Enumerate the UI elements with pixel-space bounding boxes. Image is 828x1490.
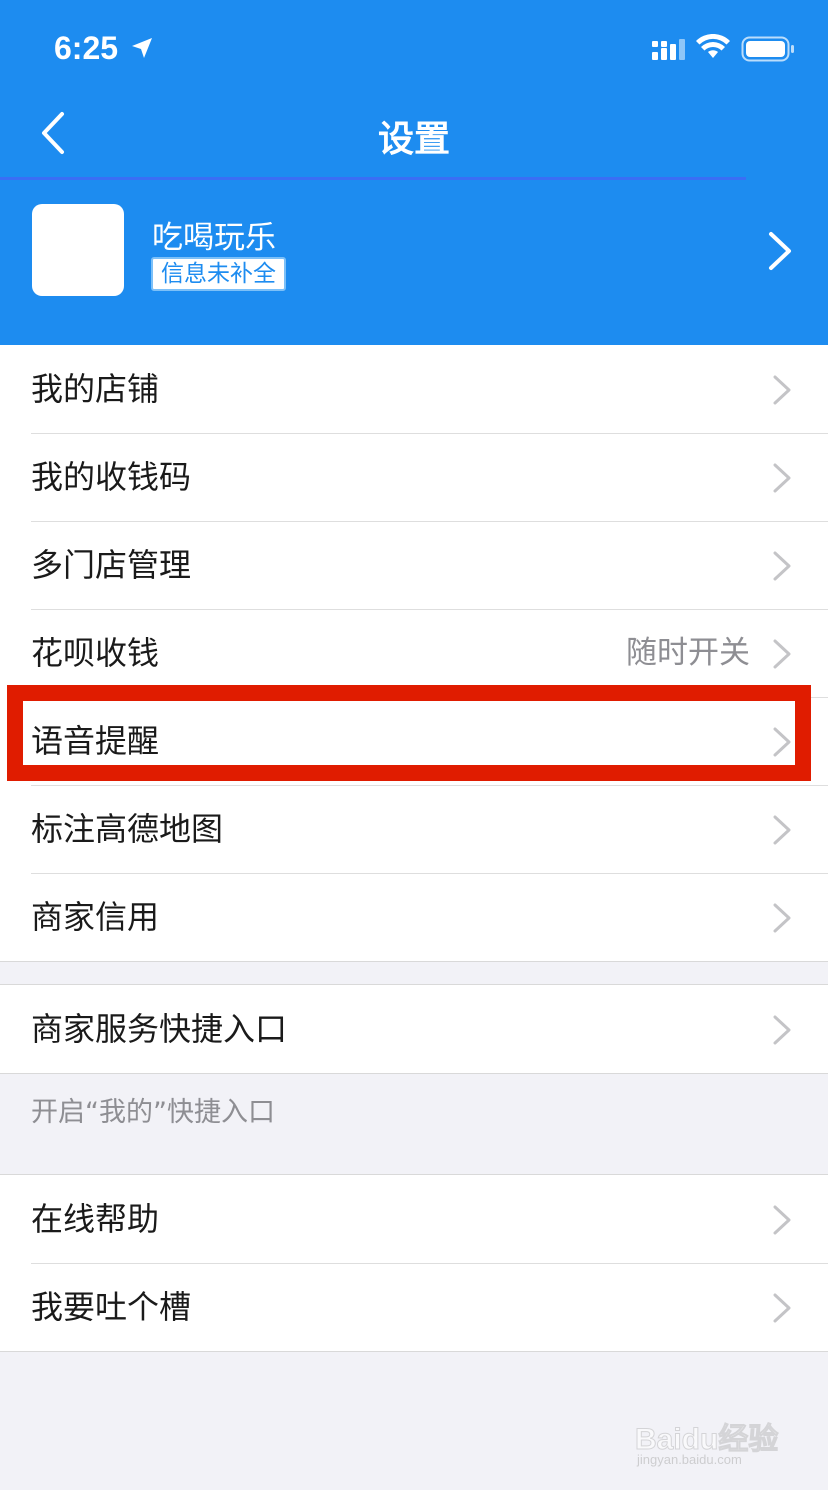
battery-icon: [741, 36, 794, 62]
list-item-huabei[interactable]: 花呗收钱 随时开关: [0, 609, 828, 697]
watermark-url: jingyan.baidu.com: [637, 1452, 742, 1467]
page-title: 设置: [377, 119, 450, 160]
avatar: [32, 204, 124, 296]
settings-group-help: 在线帮助 我要吐个槽: [0, 1174, 828, 1352]
chevron-right-icon: [773, 815, 791, 845]
wifi-icon: [696, 34, 730, 58]
chevron-right-icon: [773, 1293, 791, 1323]
row-label: 花呗收钱: [31, 634, 160, 672]
row-label: 我的店铺: [31, 370, 160, 408]
settings-group-main: 我的店铺 我的收钱码 多门店管理 花呗收钱 随时开关 语音提醒 标注高德地图 商…: [0, 345, 828, 962]
row-label: 标注高德地图: [31, 810, 224, 848]
list-item-online-help[interactable]: 在线帮助: [0, 1175, 828, 1263]
chevron-right-icon: [773, 903, 791, 933]
row-label: 我要吐个槽: [31, 1288, 192, 1326]
row-label: 商家服务快捷入口: [31, 1010, 288, 1048]
chevron-right-icon: [773, 1205, 791, 1235]
shop-profile-row[interactable]: 吃喝玩乐 信息未补全: [0, 180, 828, 345]
chevron-right-icon: [773, 639, 791, 669]
watermark: Baidu经验 jingyan.baidu.com: [633, 1400, 793, 1472]
chevron-right-icon: [773, 727, 791, 757]
chevron-right-icon: [773, 1015, 791, 1045]
chevron-right-icon: [773, 375, 791, 405]
list-item-amap[interactable]: 标注高德地图: [0, 785, 828, 873]
nav-bar: 设置: [0, 90, 828, 180]
row-label: 多门店管理: [31, 546, 192, 584]
list-item-feedback[interactable]: 我要吐个槽: [0, 1263, 828, 1351]
row-label: 商家信用: [31, 898, 160, 936]
chevron-right-icon: [769, 232, 791, 270]
status-bar: 6:25: [0, 0, 828, 100]
chevron-right-icon: [773, 551, 791, 581]
status-time: 6:25: [54, 30, 119, 66]
header: 6:25 设置 吃喝玩乐 信息未补全: [0, 0, 828, 345]
list-item-voice-reminder[interactable]: 语音提醒: [0, 697, 828, 785]
shop-name: 吃喝玩乐: [152, 220, 276, 256]
list-item-multi-store[interactable]: 多门店管理: [0, 521, 828, 609]
row-label: 语音提醒: [31, 722, 160, 760]
location-arrow-icon: [132, 38, 152, 58]
status-badge: 信息未补全: [151, 257, 286, 291]
chevron-right-icon: [773, 463, 791, 493]
row-label: 在线帮助: [31, 1200, 160, 1238]
signal-icon: [652, 39, 685, 60]
list-item-payment-code[interactable]: 我的收钱码: [0, 433, 828, 521]
list-item-service-shortcut[interactable]: 商家服务快捷入口: [0, 985, 828, 1073]
list-item-merchant-credit[interactable]: 商家信用: [0, 873, 828, 961]
row-value: 随时开关: [626, 635, 750, 671]
list-item-my-store[interactable]: 我的店铺: [0, 345, 828, 433]
section-footnote: 开启“我的”快捷入口: [31, 1097, 275, 1128]
row-label: 我的收钱码: [31, 458, 192, 496]
settings-group-shortcut: 商家服务快捷入口: [0, 984, 828, 1074]
